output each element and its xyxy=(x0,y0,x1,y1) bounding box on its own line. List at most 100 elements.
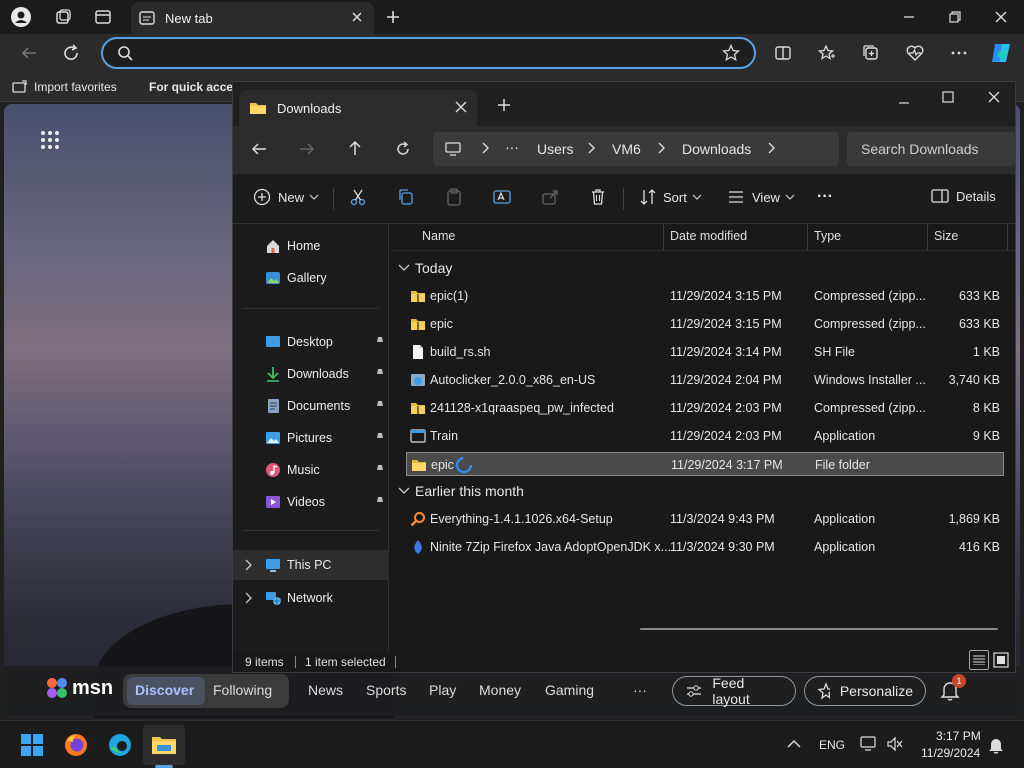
nav-gallery[interactable]: Gallery xyxy=(233,264,389,292)
nav-network[interactable]: Network xyxy=(233,584,389,612)
pin-icon[interactable] xyxy=(375,432,385,442)
address-breadcrumb[interactable]: ··· Users VM6 Downloads xyxy=(433,132,839,166)
details-button[interactable]: Details xyxy=(931,188,996,204)
firefox-icon[interactable] xyxy=(62,731,90,759)
personalize-button[interactable]: Personalize xyxy=(804,676,926,706)
new-button[interactable]: New xyxy=(253,188,319,206)
column-size[interactable]: Size xyxy=(934,229,958,243)
table-row[interactable]: epic 11/29/2024 3:15 PM Compressed (zipp..… xyxy=(406,312,1004,336)
close-tab-icon[interactable] xyxy=(455,101,467,113)
pin-icon[interactable] xyxy=(375,464,385,474)
column-divider[interactable] xyxy=(807,224,808,250)
edge-icon[interactable] xyxy=(106,731,134,759)
close-tab-icon[interactable] xyxy=(350,10,364,24)
network-status-icon[interactable] xyxy=(860,736,878,752)
msn-logo[interactable]: msn xyxy=(44,675,113,701)
cut-icon[interactable] xyxy=(349,188,367,206)
file-explorer-taskbar-icon[interactable] xyxy=(150,731,178,759)
split-screen-icon[interactable] xyxy=(772,42,794,64)
explorer-tab-downloads[interactable]: Downloads xyxy=(239,90,477,126)
chevron-right-icon[interactable] xyxy=(245,592,253,604)
pin-icon[interactable] xyxy=(375,400,385,410)
rename-icon[interactable] xyxy=(493,188,511,206)
volume-muted-icon[interactable] xyxy=(886,736,904,752)
nav-music[interactable]: Music xyxy=(233,456,389,484)
nav-videos[interactable]: Videos xyxy=(233,488,389,516)
msn-tab-gaming[interactable]: Gaming xyxy=(545,682,594,698)
browser-essentials-icon[interactable] xyxy=(904,42,926,64)
apps-grid-icon[interactable] xyxy=(40,130,60,150)
settings-more-icon[interactable] xyxy=(948,42,970,64)
up-icon[interactable] xyxy=(347,140,363,156)
pin-icon[interactable] xyxy=(375,368,385,378)
tiles-view-icon[interactable] xyxy=(993,652,1009,668)
favorite-star-icon[interactable] xyxy=(722,44,740,62)
nav-downloads[interactable]: Downloads xyxy=(233,360,389,388)
import-favorites-link[interactable]: Import favorites xyxy=(12,80,117,94)
breadcrumb-users[interactable]: Users xyxy=(537,141,574,157)
close-window-icon[interactable] xyxy=(990,6,1012,28)
close-window-icon[interactable] xyxy=(987,90,1001,104)
collections-icon[interactable] xyxy=(860,42,882,64)
column-date-modified[interactable]: Date modified xyxy=(670,229,747,243)
column-divider[interactable] xyxy=(1007,224,1008,250)
profile-icon[interactable] xyxy=(10,6,32,28)
column-type[interactable]: Type xyxy=(814,229,841,243)
table-row[interactable]: Train 11/29/2024 2:03 PM Application 9 KB xyxy=(406,424,1004,448)
breadcrumb-more[interactable]: ··· xyxy=(505,139,519,155)
group-header-today[interactable]: Today xyxy=(398,260,452,276)
delete-icon[interactable] xyxy=(589,188,607,206)
new-explorer-tab-button[interactable] xyxy=(497,98,511,112)
table-row[interactable]: Ninite 7Zip Firefox Java AdoptOpenJDK x.… xyxy=(406,535,1004,559)
msn-tab-money[interactable]: Money xyxy=(479,682,521,698)
restore-icon[interactable] xyxy=(944,6,966,28)
view-button[interactable]: View xyxy=(727,188,795,206)
table-row[interactable]: Everything-1.4.1.1026.x64-Setup 11/3/2024… xyxy=(406,507,1004,531)
nav-this-pc[interactable]: This PC xyxy=(233,550,389,580)
msn-tab-discover[interactable]: Discover xyxy=(135,682,194,698)
nav-pictures[interactable]: Pictures xyxy=(233,424,389,452)
breadcrumb-downloads[interactable]: Downloads xyxy=(682,141,751,157)
refresh-icon[interactable] xyxy=(60,42,82,64)
clock-time[interactable]: 3:17 PM xyxy=(936,729,981,743)
nav-home[interactable]: Home xyxy=(233,232,389,260)
back-icon[interactable] xyxy=(18,42,40,64)
minimize-icon[interactable] xyxy=(898,6,920,28)
favorites-icon[interactable] xyxy=(816,42,838,64)
table-row[interactable]: build_rs.sh 11/29/2024 3:14 PM SH File 1 KB xyxy=(406,340,1004,364)
feed-layout-button[interactable]: Feed layout xyxy=(672,675,796,707)
more-options-button[interactable]: ··· xyxy=(817,188,833,206)
notification-center-bell-icon[interactable] xyxy=(988,736,1004,754)
copilot-icon[interactable] xyxy=(988,40,1014,66)
nav-desktop[interactable]: Desktop xyxy=(233,328,389,356)
forward-icon[interactable] xyxy=(299,141,315,157)
search-input[interactable]: Search Downloads xyxy=(847,132,1015,166)
msn-tab-sports[interactable]: Sports xyxy=(366,682,406,698)
tab-actions-icon[interactable] xyxy=(92,6,114,28)
column-name[interactable]: Name xyxy=(422,229,455,243)
clock-date[interactable]: 11/29/2024 xyxy=(921,746,980,760)
sort-button[interactable]: Sort xyxy=(639,188,702,206)
column-divider[interactable] xyxy=(663,224,664,250)
chevron-right-icon[interactable] xyxy=(245,559,253,571)
table-row[interactable]: Autoclicker_2.0.0_x86_en-US 11/29/2024 2:… xyxy=(406,368,1004,392)
pin-icon[interactable] xyxy=(375,336,385,346)
show-hidden-icons-chevron-icon[interactable] xyxy=(787,739,801,749)
table-row[interactable]: epic 11/29/2024 3:17 PM File folder xyxy=(406,452,1004,476)
nav-documents[interactable]: Documents xyxy=(233,392,389,420)
horizontal-scrollbar[interactable] xyxy=(640,628,998,630)
pin-icon[interactable] xyxy=(375,496,385,506)
minimize-icon[interactable] xyxy=(897,96,911,110)
msn-more-tabs[interactable]: ··· xyxy=(633,682,647,698)
language-indicator[interactable]: ENG xyxy=(819,738,845,752)
details-view-icon[interactable] xyxy=(969,650,989,670)
copy-icon[interactable] xyxy=(397,188,415,206)
column-divider[interactable] xyxy=(927,224,928,250)
notifications-bell-icon[interactable]: 1 xyxy=(940,674,966,702)
msn-tab-news[interactable]: News xyxy=(308,682,343,698)
tab-new-tab[interactable]: New tab xyxy=(131,2,374,34)
breadcrumb-vm6[interactable]: VM6 xyxy=(612,141,641,157)
msn-tab-play[interactable]: Play xyxy=(429,682,456,698)
maximize-icon[interactable] xyxy=(941,90,955,104)
back-icon[interactable] xyxy=(251,141,267,157)
